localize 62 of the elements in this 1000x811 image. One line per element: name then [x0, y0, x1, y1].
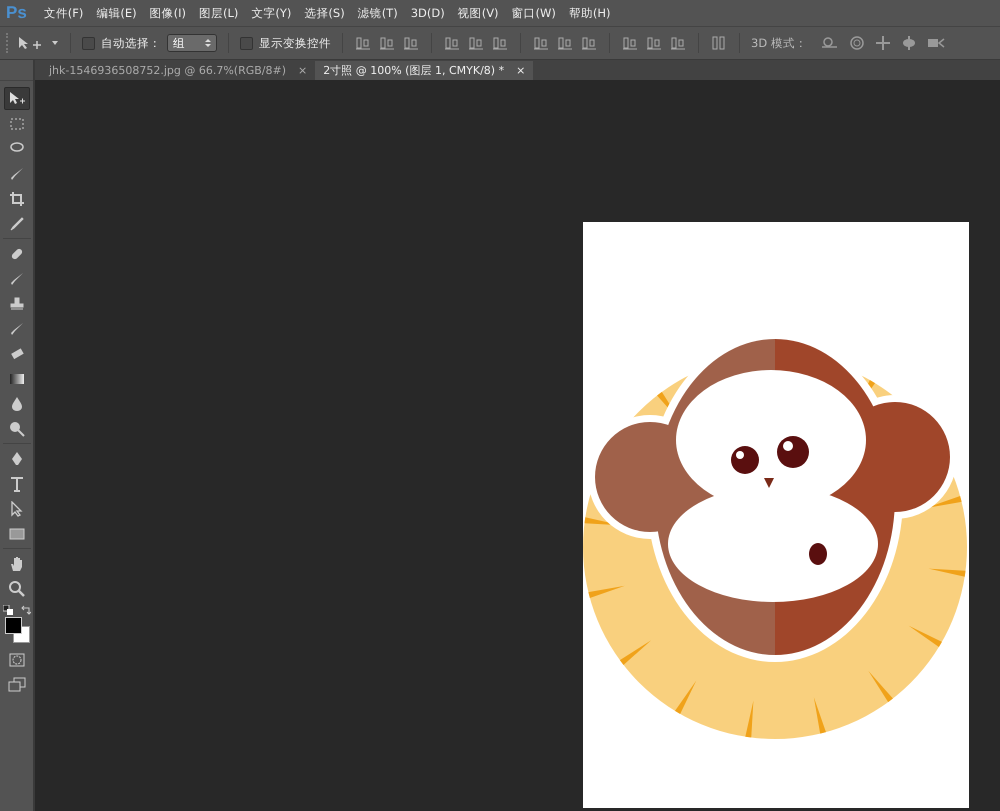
checkbox[interactable]: [240, 36, 253, 50]
arrow-icon: [8, 500, 24, 516]
menu-item[interactable]: 窗口(W): [512, 6, 556, 20]
menu-item[interactable]: 编辑(E): [96, 6, 137, 20]
camera-icon[interactable]: [926, 37, 945, 49]
menu-item[interactable]: 视图(V): [458, 6, 499, 20]
menu-item[interactable]: 文件(F): [44, 6, 84, 20]
align-icon[interactable]: [582, 36, 596, 50]
menu-item[interactable]: 图层(L): [199, 6, 238, 20]
align-icon[interactable]: [623, 36, 637, 50]
rotate-3d-icon[interactable]: [820, 36, 839, 50]
pan-3d-icon[interactable]: [874, 35, 891, 51]
distribute-icon[interactable]: [712, 36, 726, 50]
align-icon[interactable]: [647, 36, 661, 50]
zoom-icon: [8, 580, 24, 596]
crop-icon: [8, 190, 24, 206]
default-colors-icon[interactable]: [2, 605, 12, 615]
screen-mode-icon[interactable]: [8, 677, 26, 693]
menu-item[interactable]: 文字(Y): [251, 6, 292, 20]
tool-button[interactable]: [4, 87, 30, 110]
hand-icon: [8, 556, 24, 572]
app-logo: Ps: [6, 3, 27, 23]
history-brush-icon: [8, 320, 24, 336]
close-button[interactable]: ×: [298, 64, 308, 77]
align-icon[interactable]: [380, 36, 394, 50]
close-button[interactable]: ×: [516, 64, 526, 77]
align-icon[interactable]: [534, 36, 548, 50]
brush-icon: [8, 270, 24, 286]
menu-item[interactable]: 3D(D): [410, 6, 445, 20]
tab-title: 2寸照 @ 100% (图层 1, CMYK/8) *: [323, 63, 504, 78]
target-dropdown[interactable]: 组: [167, 34, 217, 52]
dashed-rectangle-icon: [8, 116, 24, 132]
eraser-icon: [8, 346, 24, 362]
swap-arrow-icon[interactable]: [20, 605, 30, 615]
eyedropper-icon: [8, 216, 24, 232]
align-icon[interactable]: [445, 36, 459, 50]
spinner-arrows-icon: [205, 38, 211, 48]
show-transform-label: 显示变换控件: [259, 36, 331, 50]
menu-item[interactable]: 滤镜(T): [358, 6, 398, 20]
align-icon[interactable]: [356, 36, 370, 50]
align-icon[interactable]: [671, 36, 685, 50]
checkbox[interactable]: [82, 36, 95, 50]
document-tab[interactable]: 2寸照 @ 100% (图层 1, CMYK/8) * ×: [315, 61, 534, 80]
menu-item[interactable]: 图像(I): [150, 6, 186, 20]
auto-select-label: 自动选择：: [101, 36, 161, 50]
color-swatches-icon[interactable]: [2, 617, 30, 643]
stamp-icon: [8, 296, 24, 312]
align-icon[interactable]: [493, 36, 507, 50]
menu-item[interactable]: 选择(S): [304, 6, 345, 20]
align-icon[interactable]: [469, 36, 483, 50]
caret-icon[interactable]: [51, 40, 59, 46]
tab-title: jhk-1546936508752.jpg @ 66.7%(RGB/8#): [49, 64, 286, 77]
rectangle-icon: [8, 526, 24, 542]
menu-item[interactable]: 帮助(H): [568, 6, 611, 20]
roll-3d-icon[interactable]: [848, 35, 865, 51]
align-icon[interactable]: [404, 36, 418, 50]
3d-mode-label: 3D 模式：: [751, 36, 807, 50]
type-tool-icon: [8, 476, 24, 492]
move-arrow-icon: [8, 90, 24, 106]
slide-3d-icon[interactable]: [900, 35, 917, 51]
align-icon[interactable]: [558, 36, 572, 50]
quick-mask-icon[interactable]: [8, 653, 24, 667]
